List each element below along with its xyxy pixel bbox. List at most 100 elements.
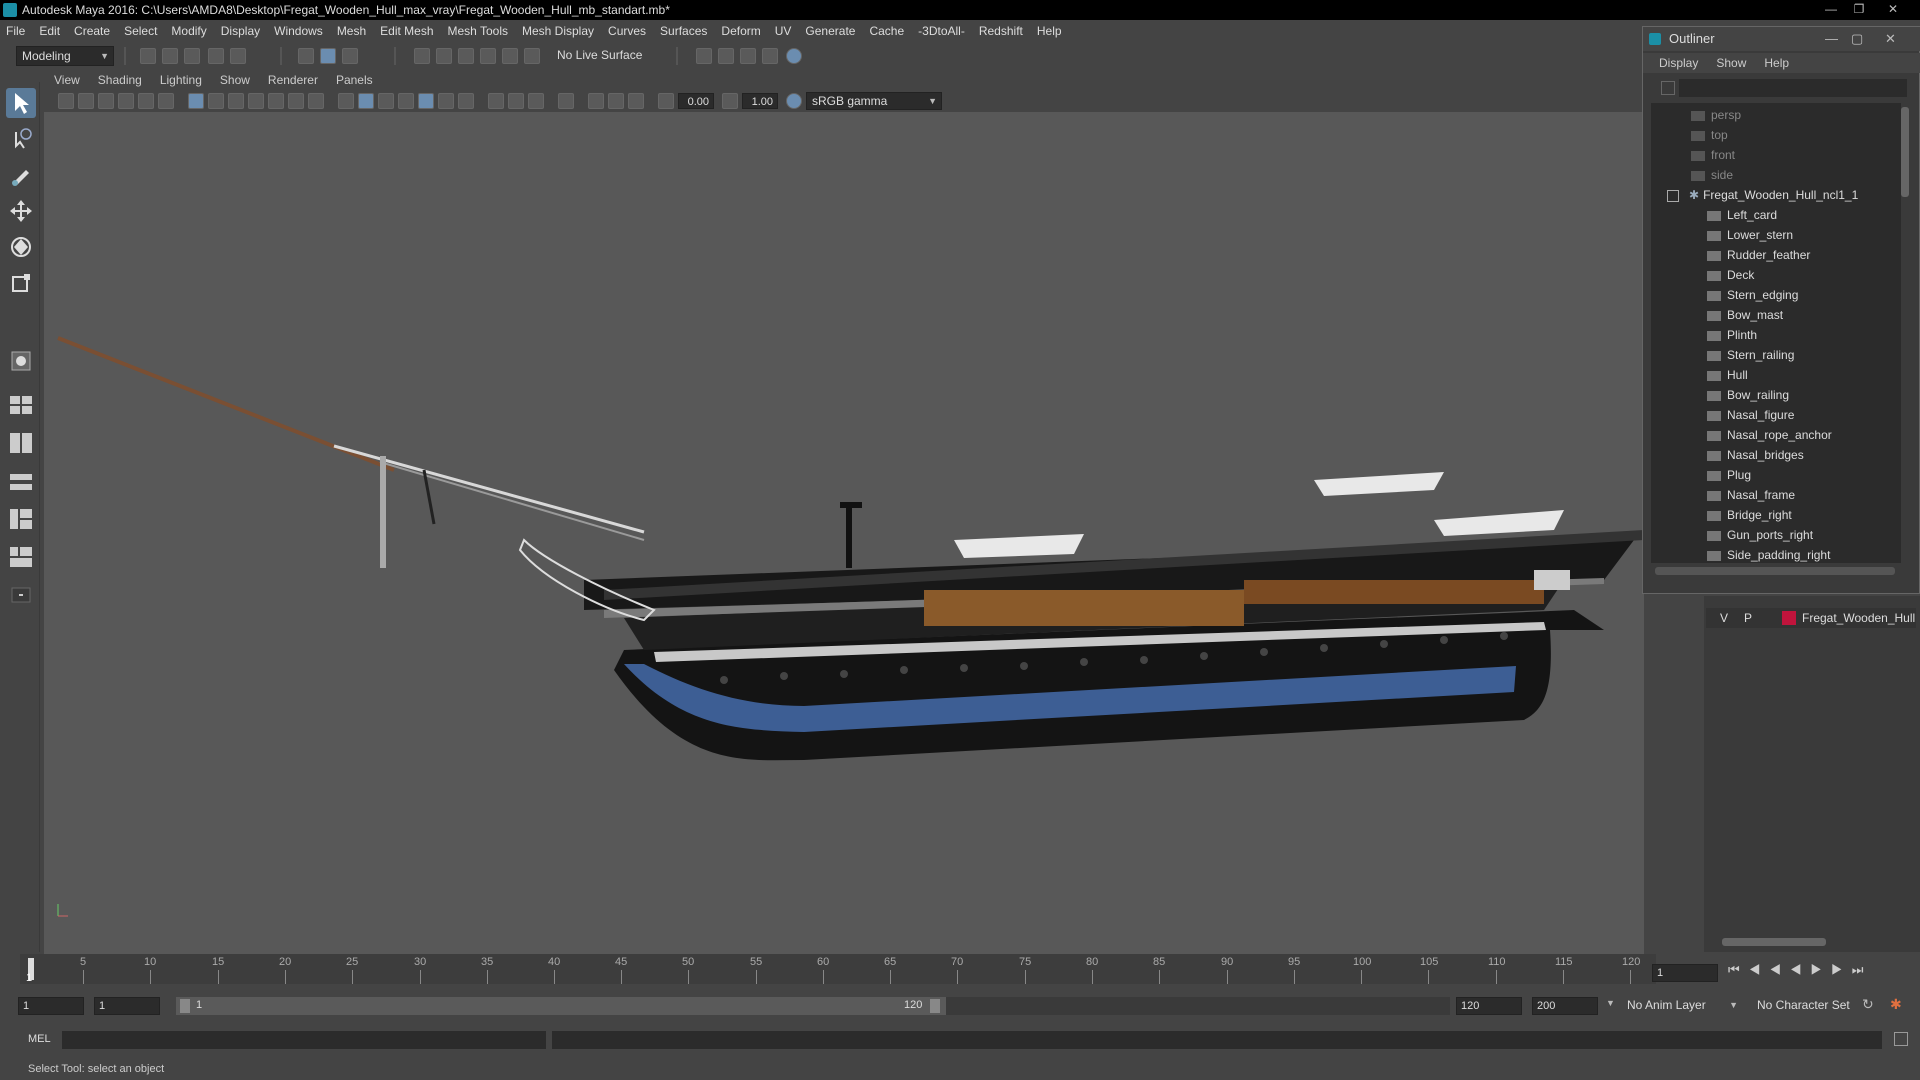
xray-joints-icon[interactable]	[508, 93, 524, 109]
select-by-component-icon[interactable]	[342, 48, 358, 64]
color-management-icon[interactable]	[786, 93, 802, 109]
snap-curve-icon[interactable]	[436, 48, 452, 64]
playback-start-field[interactable]: 1	[94, 997, 160, 1015]
move-tool-icon[interactable]	[6, 196, 36, 226]
character-set-dropdown[interactable]: No Character Set	[1752, 997, 1864, 1015]
menu-mesh-display[interactable]: Mesh Display	[522, 24, 594, 38]
wireframe-icon[interactable]	[338, 93, 354, 109]
close-icon[interactable]: ✕	[1885, 27, 1896, 51]
anti-alias-icon[interactable]	[628, 93, 644, 109]
outliner-item[interactable]: Nasal_bridges	[1707, 445, 1804, 465]
time-slider[interactable]: 1 5 10 15 20 25 30 35 40 45 50 55 60 65 …	[20, 954, 1656, 984]
layer-row[interactable]: V P Fregat_Wooden_Hull	[1706, 608, 1916, 628]
filter-icon[interactable]	[1661, 81, 1675, 95]
outliner-item[interactable]: Rudder_feather	[1707, 245, 1810, 265]
menu-edit-mesh[interactable]: Edit Mesh	[380, 24, 433, 38]
more-layouts-icon[interactable]	[6, 580, 36, 610]
outliner-item-camera[interactable]: top	[1691, 125, 1728, 145]
vp-menu-panels[interactable]: Panels	[336, 73, 373, 87]
step-back-icon[interactable]: ◀	[1749, 962, 1770, 977]
use-all-lights-icon[interactable]	[438, 93, 454, 109]
outliner-item-camera[interactable]: persp	[1691, 105, 1741, 125]
layout-graph-icon[interactable]	[6, 504, 36, 534]
outliner-item-camera[interactable]: front	[1691, 145, 1735, 165]
wireframe-on-shaded-icon[interactable]	[398, 93, 414, 109]
animation-end-field[interactable]: 200	[1532, 997, 1598, 1015]
outliner-item[interactable]: Nasal_figure	[1707, 405, 1794, 425]
go-to-start-icon[interactable]: ⏮	[1728, 962, 1749, 977]
range-slider-end-handle[interactable]	[930, 999, 940, 1013]
vp-menu-lighting[interactable]: Lighting	[160, 73, 202, 87]
field-chart-icon[interactable]	[268, 93, 284, 109]
vp-menu-view[interactable]: View	[54, 73, 80, 87]
snap-surface-icon[interactable]	[502, 48, 518, 64]
vp-menu-shading[interactable]: Shading	[98, 73, 142, 87]
outliner-menu-help[interactable]: Help	[1764, 56, 1789, 70]
ship-model[interactable]	[44, 70, 1644, 954]
exposure-icon[interactable]	[658, 93, 674, 109]
film-gate-icon[interactable]	[208, 93, 224, 109]
outliner-item[interactable]: Plug	[1707, 465, 1751, 485]
outliner-item[interactable]: Plinth	[1707, 325, 1757, 345]
menu-curves[interactable]: Curves	[608, 24, 646, 38]
outliner-item[interactable]: Stern_railing	[1707, 345, 1794, 365]
redo-icon[interactable]	[230, 48, 246, 64]
snap-live-icon[interactable]	[524, 48, 540, 64]
menu-mesh[interactable]: Mesh	[337, 24, 366, 38]
render-frame-icon[interactable]	[718, 48, 734, 64]
grease-pencil-icon[interactable]	[158, 93, 174, 109]
exposure-field[interactable]: 0.00	[678, 93, 714, 109]
outliner-item[interactable]: Nasal_rope_anchor	[1707, 425, 1832, 445]
default-lighting-icon[interactable]	[378, 93, 394, 109]
motion-blur-icon[interactable]	[608, 93, 624, 109]
snap-view-plane-icon[interactable]	[480, 48, 496, 64]
live-surface-field[interactable]: No Live Surface	[552, 46, 658, 66]
color-space-dropdown[interactable]: sRGB gamma ▼	[806, 92, 942, 110]
script-editor-icon[interactable]	[1894, 1032, 1908, 1046]
step-back-key-icon[interactable]: ◀	[1769, 962, 1790, 977]
isolate-select-icon[interactable]	[558, 93, 574, 109]
step-forward-key-icon[interactable]: ▶	[1831, 962, 1852, 977]
animation-start-field[interactable]: 1	[18, 997, 84, 1015]
play-forward-icon[interactable]: ▶	[1811, 962, 1832, 977]
ipr-render-icon[interactable]	[740, 48, 756, 64]
outliner-item-camera[interactable]: side	[1691, 165, 1733, 185]
lasso-tool-icon[interactable]	[6, 124, 36, 154]
outliner-item[interactable]: Nasal_frame	[1707, 485, 1795, 505]
select-by-object-icon[interactable]	[320, 48, 336, 64]
save-scene-icon[interactable]	[184, 48, 200, 64]
textured-icon[interactable]	[418, 93, 434, 109]
camera-attributes-icon[interactable]	[78, 93, 94, 109]
animation-preferences-icon[interactable]: ✱	[1890, 996, 1902, 1013]
menu-help[interactable]: Help	[1037, 24, 1062, 38]
menu-3dtoall[interactable]: -3DtoAll-	[918, 24, 965, 38]
xray-icon[interactable]	[488, 93, 504, 109]
minimize-icon[interactable]: —	[1825, 27, 1838, 51]
outliner-menu-display[interactable]: Display	[1659, 56, 1698, 70]
gamma-icon[interactable]	[722, 93, 738, 109]
camera-select-icon[interactable]	[58, 93, 74, 109]
outliner-horizontal-scrollbar[interactable]	[1655, 567, 1895, 575]
two-d-pan-icon[interactable]	[138, 93, 154, 109]
open-scene-icon[interactable]	[162, 48, 178, 64]
image-plane-icon[interactable]	[118, 93, 134, 109]
undo-icon[interactable]	[208, 48, 224, 64]
snap-grid-icon[interactable]	[414, 48, 430, 64]
menu-display[interactable]: Display	[221, 24, 260, 38]
layout-outliner-icon[interactable]	[6, 468, 36, 498]
viewport-persp[interactable]: persp	[44, 70, 1644, 1014]
menu-surfaces[interactable]: Surfaces	[660, 24, 707, 38]
outliner-item[interactable]: Stern_edging	[1707, 285, 1798, 305]
close-icon[interactable]: ✕	[1880, 0, 1906, 18]
scale-tool-icon[interactable]	[6, 268, 36, 298]
vp-menu-show[interactable]: Show	[220, 73, 250, 87]
range-slider-start-handle[interactable]	[180, 999, 190, 1013]
playback-end-field[interactable]: 120	[1456, 997, 1522, 1015]
outliner-item[interactable]: Bow_railing	[1707, 385, 1789, 405]
select-tool-icon[interactable]	[6, 88, 36, 118]
menu-mesh-tools[interactable]: Mesh Tools	[448, 24, 508, 38]
ssao-icon[interactable]	[588, 93, 604, 109]
rotate-tool-icon[interactable]	[6, 232, 36, 262]
layout-persp-outliner-icon[interactable]	[6, 542, 36, 572]
shadows-icon[interactable]	[458, 93, 474, 109]
